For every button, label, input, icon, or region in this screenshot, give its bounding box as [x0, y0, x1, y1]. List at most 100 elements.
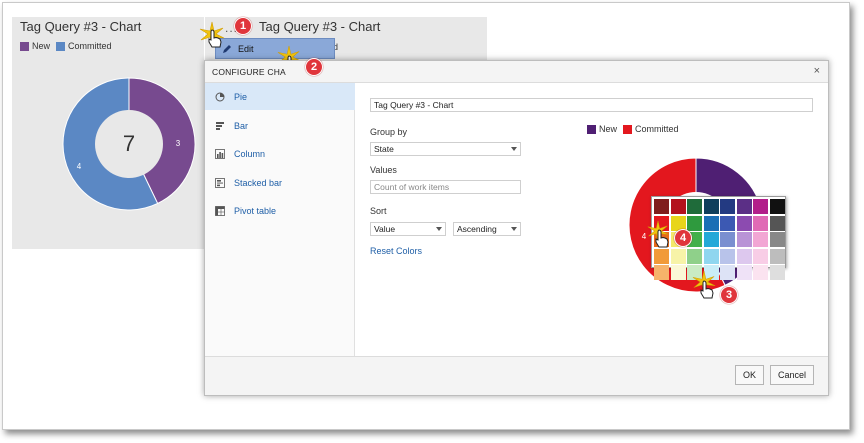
- color-swatch[interactable]: [654, 248, 669, 264]
- screenshot-frame: Tag Query #3 - Chart New Committed 7 3 4…: [2, 2, 850, 430]
- chart-type-bar[interactable]: Bar: [205, 112, 355, 139]
- color-swatch[interactable]: [753, 248, 768, 264]
- sort-label: Sort: [370, 206, 387, 216]
- color-swatch[interactable]: [703, 215, 719, 231]
- chevron-down-icon: [436, 227, 442, 231]
- values-input[interactable]: Count of work items: [370, 180, 521, 194]
- color-swatch[interactable]: [769, 265, 785, 280]
- dialog-header: CONFIGURE CHA ×: [205, 61, 828, 83]
- legend-label: New: [599, 124, 618, 134]
- color-swatch[interactable]: [720, 199, 735, 214]
- values-label: Values: [370, 165, 397, 175]
- reset-colors-link[interactable]: Reset Colors: [370, 246, 422, 256]
- widget-legend: New Committed: [20, 41, 112, 51]
- background-chart-widget: Tag Query #3 - Chart New Committed 7 3 4: [12, 17, 204, 249]
- hand-cursor-icon: [208, 29, 222, 48]
- chart-type-pivot-table[interactable]: Pivot table: [205, 197, 355, 224]
- chart-type-label: Bar: [234, 120, 249, 131]
- dialog-title: CONFIGURE CHA: [212, 67, 286, 77]
- chart-type-label: Stacked bar: [234, 177, 283, 188]
- values-placeholder: Count of work items: [374, 182, 450, 192]
- color-swatch[interactable]: [769, 215, 785, 231]
- close-icon[interactable]: ×: [814, 65, 820, 77]
- color-swatch[interactable]: [736, 248, 752, 264]
- chart-title-input[interactable]: Tag Query #3 - Chart: [370, 98, 813, 112]
- group-by-select[interactable]: State: [370, 142, 521, 156]
- sort-field-select[interactable]: Value: [370, 222, 446, 236]
- legend-item-new: New: [587, 124, 617, 134]
- slice-label-committed: 4: [77, 162, 82, 171]
- legend-label: New: [32, 41, 51, 51]
- sort-field-value: Value: [374, 224, 396, 234]
- donut-total: 7: [123, 131, 135, 156]
- chart-type-stacked-bar[interactable]: Stacked bar: [205, 169, 355, 196]
- color-swatch[interactable]: [670, 248, 686, 264]
- chart-type-pie[interactable]: Pie: [205, 83, 355, 110]
- color-swatch[interactable]: [736, 199, 752, 214]
- color-swatch[interactable]: [670, 199, 686, 214]
- color-swatch[interactable]: [670, 265, 686, 280]
- color-swatch[interactable]: [703, 199, 719, 214]
- legend-swatch: [56, 41, 66, 51]
- color-swatch[interactable]: [720, 265, 735, 280]
- color-swatch[interactable]: [703, 248, 719, 264]
- sort-order-select[interactable]: Ascending: [453, 222, 521, 236]
- color-swatch[interactable]: [687, 199, 702, 214]
- color-swatch[interactable]: [736, 265, 752, 280]
- color-swatch[interactable]: [720, 248, 735, 264]
- chart-type-label: Pivot table: [234, 205, 277, 216]
- column-chart-icon: [215, 148, 225, 159]
- chart-type-list: Pie Bar Column Stacked bar Pivot table: [205, 83, 355, 358]
- legend-swatch[interactable]: [623, 124, 633, 134]
- color-picker-palette: [651, 196, 786, 280]
- legend-item-new: New: [20, 41, 50, 51]
- group-by-value: State: [374, 144, 394, 154]
- chevron-down-icon: [511, 227, 517, 231]
- color-swatch[interactable]: [654, 265, 669, 280]
- color-swatch[interactable]: [753, 215, 768, 231]
- color-swatch[interactable]: [736, 215, 752, 231]
- widget-title: Tag Query #3 - Chart: [20, 19, 142, 34]
- callout-badge-1: 1: [234, 17, 252, 35]
- edit-menu-item[interactable]: Edit: [215, 38, 335, 59]
- callout-badge-4: 4: [674, 229, 692, 247]
- stacked-bar-icon: [215, 177, 225, 188]
- color-swatch[interactable]: [753, 199, 768, 214]
- sort-order-value: Ascending: [457, 224, 497, 234]
- chart-type-column[interactable]: Column: [205, 140, 355, 167]
- color-swatch[interactable]: [753, 232, 768, 247]
- legend-label: Committed: [635, 124, 679, 134]
- pie-chart-icon: [215, 92, 225, 101]
- bar-chart-icon: [216, 121, 224, 130]
- ok-button[interactable]: OK: [735, 365, 764, 385]
- legend-swatch: [20, 41, 29, 51]
- legend-item-committed: Committed: [623, 124, 679, 134]
- hand-cursor-icon: [700, 280, 714, 299]
- dialog-footer: OK Cancel: [205, 356, 828, 395]
- legend-swatch[interactable]: [587, 124, 596, 134]
- color-swatch[interactable]: [703, 232, 719, 247]
- color-swatch[interactable]: [654, 199, 669, 214]
- chart-type-label: Pie: [234, 91, 248, 102]
- edit-label: Edit: [238, 43, 254, 54]
- widget-title: Tag Query #3 - Chart: [259, 19, 381, 34]
- color-swatch[interactable]: [769, 232, 785, 247]
- background-donut-chart: 7 3 4: [62, 77, 196, 211]
- color-swatch[interactable]: [736, 232, 752, 247]
- color-swatch[interactable]: [720, 232, 735, 247]
- legend-item-committed: Committed: [56, 41, 112, 51]
- color-swatch[interactable]: [769, 248, 785, 264]
- color-swatch[interactable]: [687, 215, 702, 231]
- color-swatch[interactable]: [687, 248, 702, 264]
- hand-cursor-icon: [655, 229, 669, 248]
- slice-label-new: 3: [176, 139, 181, 148]
- group-by-label: Group by: [370, 127, 408, 137]
- color-swatch[interactable]: [769, 199, 785, 214]
- chevron-down-icon: [511, 147, 517, 151]
- configure-chart-dialog: CONFIGURE CHA × Pie Bar Column Stacked b…: [204, 60, 829, 396]
- cancel-button[interactable]: Cancel: [770, 365, 814, 385]
- color-swatch[interactable]: [720, 215, 735, 231]
- color-swatch[interactable]: [753, 265, 768, 280]
- pivot-table-icon: [215, 205, 225, 216]
- callout-badge-3: 3: [720, 286, 738, 304]
